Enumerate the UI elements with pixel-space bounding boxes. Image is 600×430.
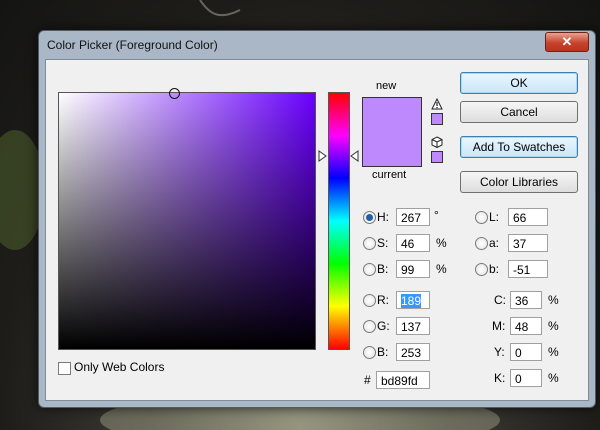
dialog-title: Color Picker (Foreground Color) [47,38,218,52]
green-radio[interactable] [363,320,376,333]
current-color-swatch[interactable] [363,132,421,166]
new-color-swatch [363,98,421,132]
blue-field[interactable]: 253 [396,343,430,361]
close-icon: ✕ [561,34,573,49]
hue-unit: ° [434,208,439,222]
ok-button[interactable]: OK [460,72,578,94]
not-web-safe-cube-icon[interactable] [431,136,443,148]
only-web-colors-label: Only Web Colors [74,360,165,374]
red-value: 189 [401,294,422,308]
black-field[interactable]: 0 [510,369,542,387]
lab-a-label: a: [489,236,500,250]
lab-l-radio[interactable] [475,211,488,224]
color-picker-dialog: Color Picker (Foreground Color) ✕ new cu… [38,30,596,408]
blue-label: B: [377,345,389,359]
brightness-label: B: [377,262,389,276]
gamut-color-swatch[interactable] [431,113,443,125]
black-unit: % [548,371,559,385]
cyan-field[interactable]: 36 [510,291,542,309]
lab-b-label: b: [489,262,500,276]
lab-b-radio[interactable] [475,263,488,276]
hue-slider-right-arrow-icon[interactable] [349,150,359,162]
only-web-colors-checkbox[interactable] [58,362,71,375]
web-safe-color-swatch[interactable] [431,151,443,163]
hex-field[interactable]: bd89fd [376,371,430,389]
color-field[interactable] [58,88,316,350]
cyan-unit: % [548,293,559,307]
brightness-radio[interactable] [363,263,376,276]
lab-b-field[interactable]: -51 [508,260,548,278]
brightness-field[interactable]: 99 [396,260,430,278]
current-color-label: current [372,169,407,181]
red-radio[interactable] [363,294,376,307]
yellow-unit: % [548,345,559,359]
add-to-swatches-button[interactable]: Add To Swatches [460,136,578,158]
magenta-field[interactable]: 48 [510,317,542,335]
blue-radio[interactable] [363,346,376,359]
saturation-radio[interactable] [363,237,376,250]
yellow-field[interactable]: 0 [510,343,542,361]
color-libraries-button[interactable]: Color Libraries [460,171,578,193]
hue-slider-left-arrow-icon[interactable] [318,150,328,162]
saturation-unit: % [436,236,447,250]
hue-slider[interactable] [328,92,350,350]
lab-l-field[interactable]: 66 [508,208,548,226]
magenta-label: M: [492,319,506,333]
brightness-unit: % [436,262,447,276]
green-field[interactable]: 137 [396,317,430,335]
saturation-field[interactable]: 46 [396,234,430,252]
yellow-label: Y: [494,345,505,359]
hue-label: H: [377,210,389,224]
hue-field[interactable]: 267 [396,208,430,226]
color-field-picker-circle[interactable] [169,88,180,99]
dialog-body: new current OK Cancel Add To Swatches Co… [45,59,589,401]
black-label: K: [494,371,506,385]
hex-label: # [364,373,371,387]
cancel-button[interactable]: Cancel [460,101,578,123]
lab-l-label: L: [489,210,500,224]
close-button[interactable]: ✕ [545,32,589,52]
lab-a-radio[interactable] [475,237,488,250]
new-color-label: new [376,80,397,92]
red-field[interactable]: 189 [396,291,430,309]
cyan-label: C: [494,293,506,307]
saturation-label: S: [377,236,389,250]
title-bar[interactable]: Color Picker (Foreground Color) ✕ [39,31,595,59]
hue-radio[interactable] [363,211,376,224]
color-preview [362,97,422,167]
lab-a-field[interactable]: 37 [508,234,548,252]
out-of-gamut-warning-icon[interactable] [431,98,443,110]
red-label: R: [377,293,389,307]
magenta-unit: % [548,319,559,333]
green-label: G: [377,319,390,333]
